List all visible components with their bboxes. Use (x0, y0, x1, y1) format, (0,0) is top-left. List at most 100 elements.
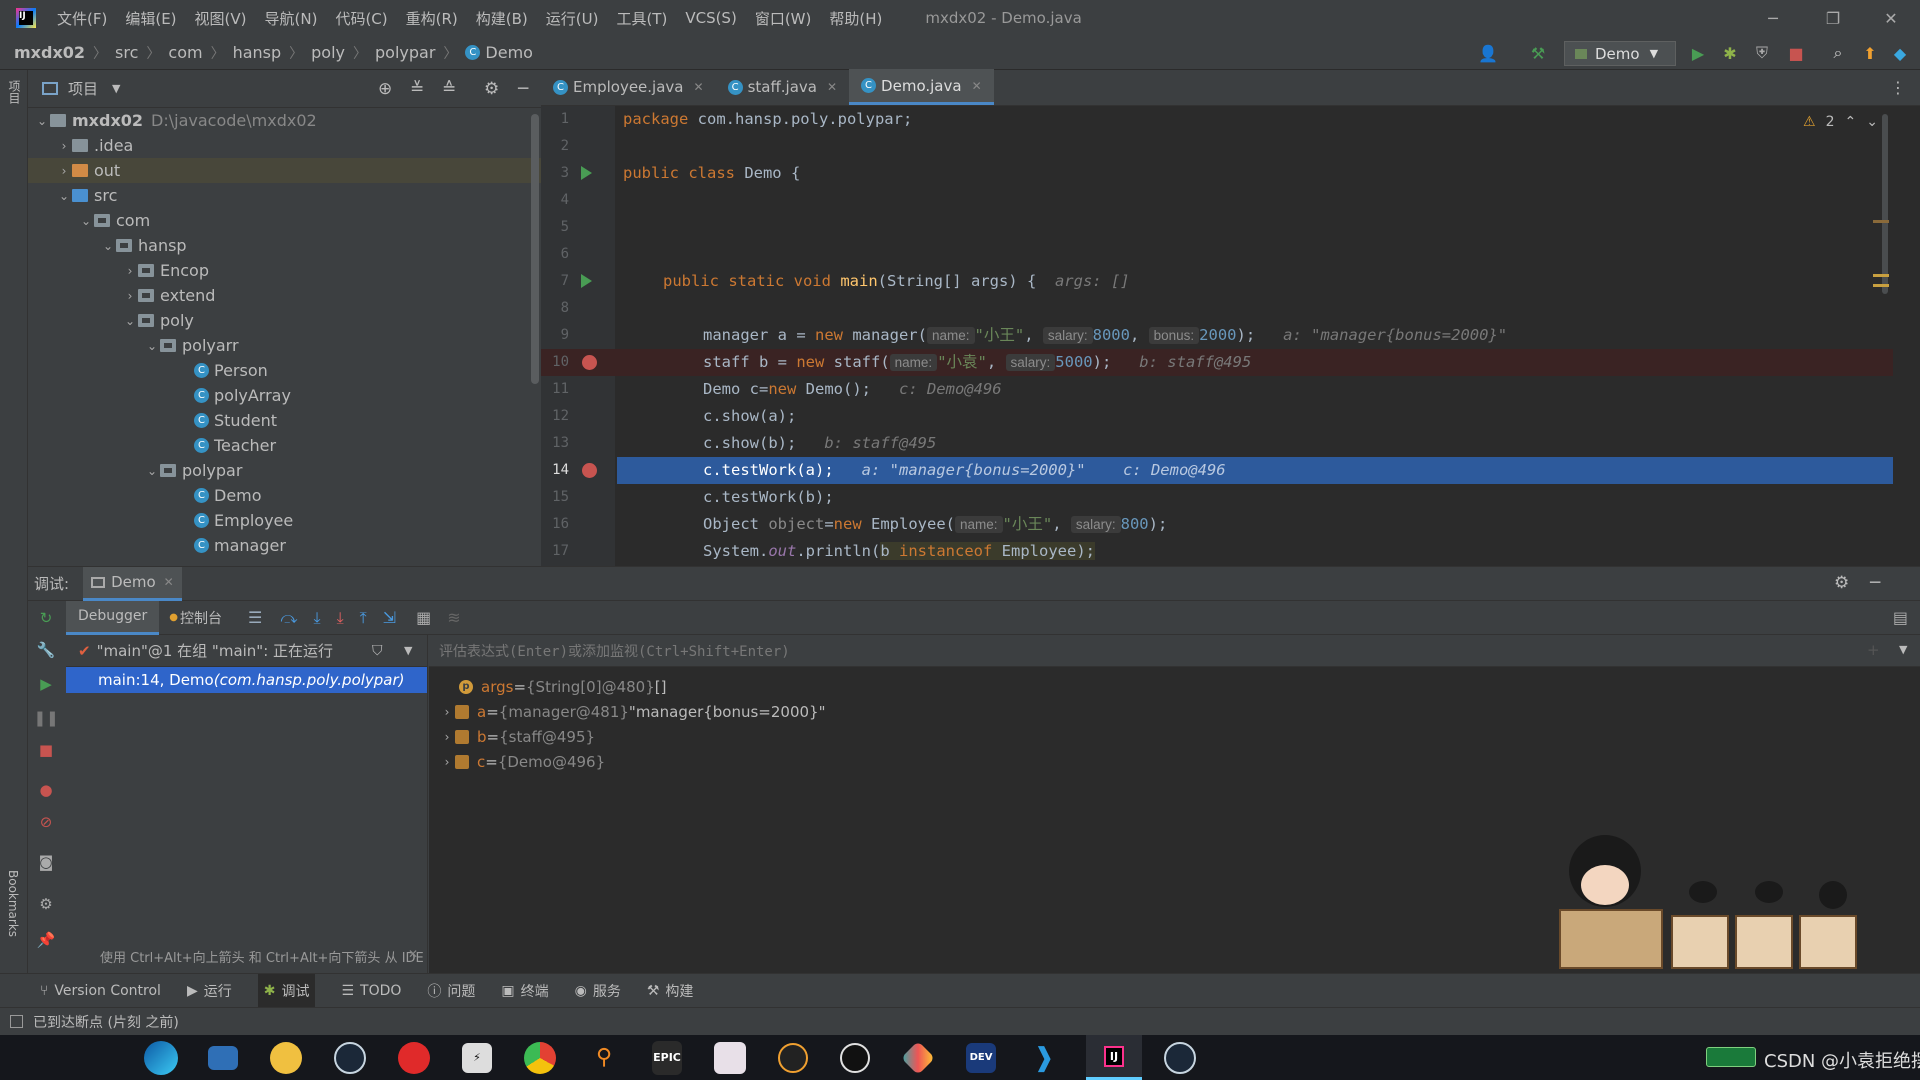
edge-icon[interactable] (144, 1040, 178, 1075)
intellij-icon[interactable]: IJ (1086, 1035, 1142, 1080)
step-out-icon[interactable]: ⤒ (360, 608, 367, 628)
bookmarks-tool-label[interactable]: Bookmarks (6, 870, 20, 937)
tree-item-demo[interactable]: C Demo (194, 483, 262, 508)
show-exec-point-icon[interactable]: ☰ (248, 608, 262, 627)
remote-icon[interactable] (208, 1045, 238, 1070)
code-line-10[interactable]: 10 staff b = new staff(name: "小袁", salary:… (541, 349, 1893, 376)
hide-icon[interactable]: ─ (518, 79, 528, 99)
menu-build[interactable]: 构建(B) (467, 8, 537, 29)
close-icon[interactable]: ✕ (972, 79, 982, 93)
view-breakpoints-icon[interactable]: ● (34, 779, 58, 801)
tree-item-teacher[interactable]: C Teacher (194, 433, 276, 458)
tool-todo[interactable]: ☰ TODO (341, 983, 401, 999)
steam2-icon[interactable] (1164, 1041, 1196, 1074)
g-icon[interactable] (778, 1042, 808, 1073)
coverage-icon[interactable]: ⛨ (1750, 42, 1774, 64)
code-line-2[interactable]: 2 (541, 133, 1893, 160)
code-line-11[interactable]: 11 Demo c=new Demo(); c: Demo@496 (541, 376, 1893, 403)
collapse-all-icon[interactable]: ≙ (442, 79, 456, 99)
settings-wrench-icon[interactable]: 🔧 (34, 639, 58, 661)
layout-toggle-icon[interactable] (10, 1015, 23, 1028)
qq-game-icon[interactable] (270, 1041, 302, 1074)
hide-icon[interactable]: ─ (1870, 573, 1880, 593)
menu-help[interactable]: 帮助(H) (820, 8, 891, 29)
code-line-5[interactable]: 5 (541, 214, 1893, 241)
code-line-1[interactable]: 1 package com.hansp.poly.polypar; (541, 106, 1893, 133)
tree-item-com[interactable]: ⌄ com (78, 208, 150, 233)
tree-item-out[interactable]: › out (28, 158, 541, 183)
tool-services[interactable]: ◉ 服务 (575, 981, 621, 1001)
search-icon[interactable]: ⌕ (1826, 42, 1850, 64)
run-config-select[interactable]: Demo ▼ (1564, 41, 1676, 66)
netease-music-icon[interactable] (398, 1041, 430, 1074)
chevron-right-icon[interactable]: › (439, 730, 455, 744)
close-icon[interactable]: ✕ (1862, 0, 1920, 36)
breadcrumb-project[interactable]: mxdx02 (14, 43, 85, 62)
menu-file[interactable]: 文件(F) (48, 8, 116, 29)
tree-item-poly[interactable]: ⌄ poly (122, 308, 194, 333)
tree-item-encop[interactable]: › Encop (122, 258, 209, 283)
run-icon[interactable]: ▶ (1686, 42, 1710, 64)
rerun-icon[interactable]: ↻ (34, 607, 58, 629)
error-stripe-mark[interactable] (1873, 220, 1889, 223)
code-line-17[interactable]: 17 System.out.println(b instanceof Employ… (541, 538, 1893, 566)
vscode-icon[interactable]: ❱ (1028, 1040, 1060, 1076)
tab-console[interactable]: ● 控制台 (159, 601, 232, 635)
tool-terminal[interactable]: ▣ 终端 (501, 981, 548, 1001)
menu-code[interactable]: 代码(C) (326, 8, 396, 29)
chevron-down-icon[interactable]: ▼ (404, 644, 412, 657)
variable-row-b[interactable]: › b = {staff@495} (429, 724, 595, 749)
code-line-13[interactable]: 13 c.show(b); b: staff@495 (541, 430, 1893, 457)
error-stripe-mark[interactable] (1873, 284, 1889, 287)
error-stripe-mark[interactable] (1873, 274, 1889, 277)
project-panel-title[interactable]: 项目 (68, 78, 98, 99)
run-to-cursor-icon[interactable]: ⇲ (383, 608, 396, 627)
force-step-into-icon[interactable]: ⤓ (337, 608, 344, 628)
camera-icon[interactable]: ◙ (34, 851, 58, 873)
tab-demo[interactable]: C Demo.java ✕ (849, 69, 994, 105)
locate-icon[interactable]: ⊕ (378, 79, 392, 99)
mute-breakpoints-icon[interactable]: ⊘ (34, 811, 58, 833)
tree-item-idea[interactable]: › .idea (56, 133, 134, 158)
code-line-12[interactable]: 12 c.show(a); (541, 403, 1893, 430)
close-icon[interactable]: ✕ (827, 80, 837, 94)
tree-item-root[interactable]: ⌄ mxdx02 D:\javacode\mxdx02 (34, 108, 317, 133)
evaluate-icon[interactable]: ▦ (416, 608, 431, 627)
thread-selector[interactable]: ✔ "main"@1 在组 "main": 正在运行 ⛉ ▼ (66, 635, 427, 667)
breadcrumb-poly[interactable]: poly (311, 43, 345, 62)
variable-row-c[interactable]: › c = {Demo@496} (429, 749, 606, 774)
code-line-9[interactable]: 9 manager a = new manager(name: "小王", sala… (541, 322, 1893, 349)
gear-icon[interactable]: ⚙ (1834, 573, 1849, 593)
code-line-16[interactable]: 16 Object object=new Employee(name: "小王", … (541, 511, 1893, 538)
battery-icon[interactable] (1706, 1047, 1756, 1067)
intellij-logo-icon[interactable] (16, 8, 36, 28)
close-icon[interactable]: ✕ (164, 575, 174, 589)
stop-icon[interactable]: ■ (34, 739, 58, 761)
tree-item-manager[interactable]: Cmanager (194, 533, 286, 558)
breakpoint-icon[interactable] (582, 463, 597, 478)
qq-icon[interactable] (840, 1042, 870, 1073)
filter-icon[interactable]: ⛉ (372, 643, 383, 659)
tree-item-src[interactable]: ⌄ src (56, 183, 117, 208)
chevron-right-icon[interactable]: › (439, 755, 455, 769)
variable-row-args[interactable]: p args = {String[0]@480} [] (429, 674, 666, 699)
trace-icon[interactable]: ≋ (447, 608, 460, 627)
menu-refactor[interactable]: 重构(R) (397, 8, 467, 29)
debug-session-tab[interactable]: Demo ✕ (83, 566, 182, 601)
tree-item-student[interactable]: C Student (194, 408, 277, 433)
git-icon[interactable] (901, 1040, 935, 1075)
breakpoint-icon[interactable] (582, 355, 597, 370)
restore-icon[interactable]: ❐ (1804, 0, 1862, 36)
code-line-3[interactable]: 3 public class Demo { (541, 160, 1893, 187)
code-line-4[interactable]: 4 (541, 187, 1893, 214)
code-line-14[interactable]: 14 c.testWork(a); a: "manager{bonus=2000}… (541, 457, 1893, 484)
anime-icon[interactable] (714, 1041, 746, 1074)
gear-icon[interactable]: ⚙ (484, 79, 499, 99)
variable-row-a[interactable]: › a = {manager@481} "manager{bonus=2000}" (429, 699, 826, 724)
pin-icon[interactable]: 📌 (34, 929, 58, 951)
tool-version-control[interactable]: ⑂ Version Control (40, 983, 161, 999)
run-gutter-icon[interactable] (581, 166, 592, 180)
breadcrumb-demo[interactable]: Demo (485, 43, 533, 62)
code-line-8[interactable]: 8 (541, 295, 1893, 322)
editor-scrollbar[interactable] (1882, 114, 1888, 294)
